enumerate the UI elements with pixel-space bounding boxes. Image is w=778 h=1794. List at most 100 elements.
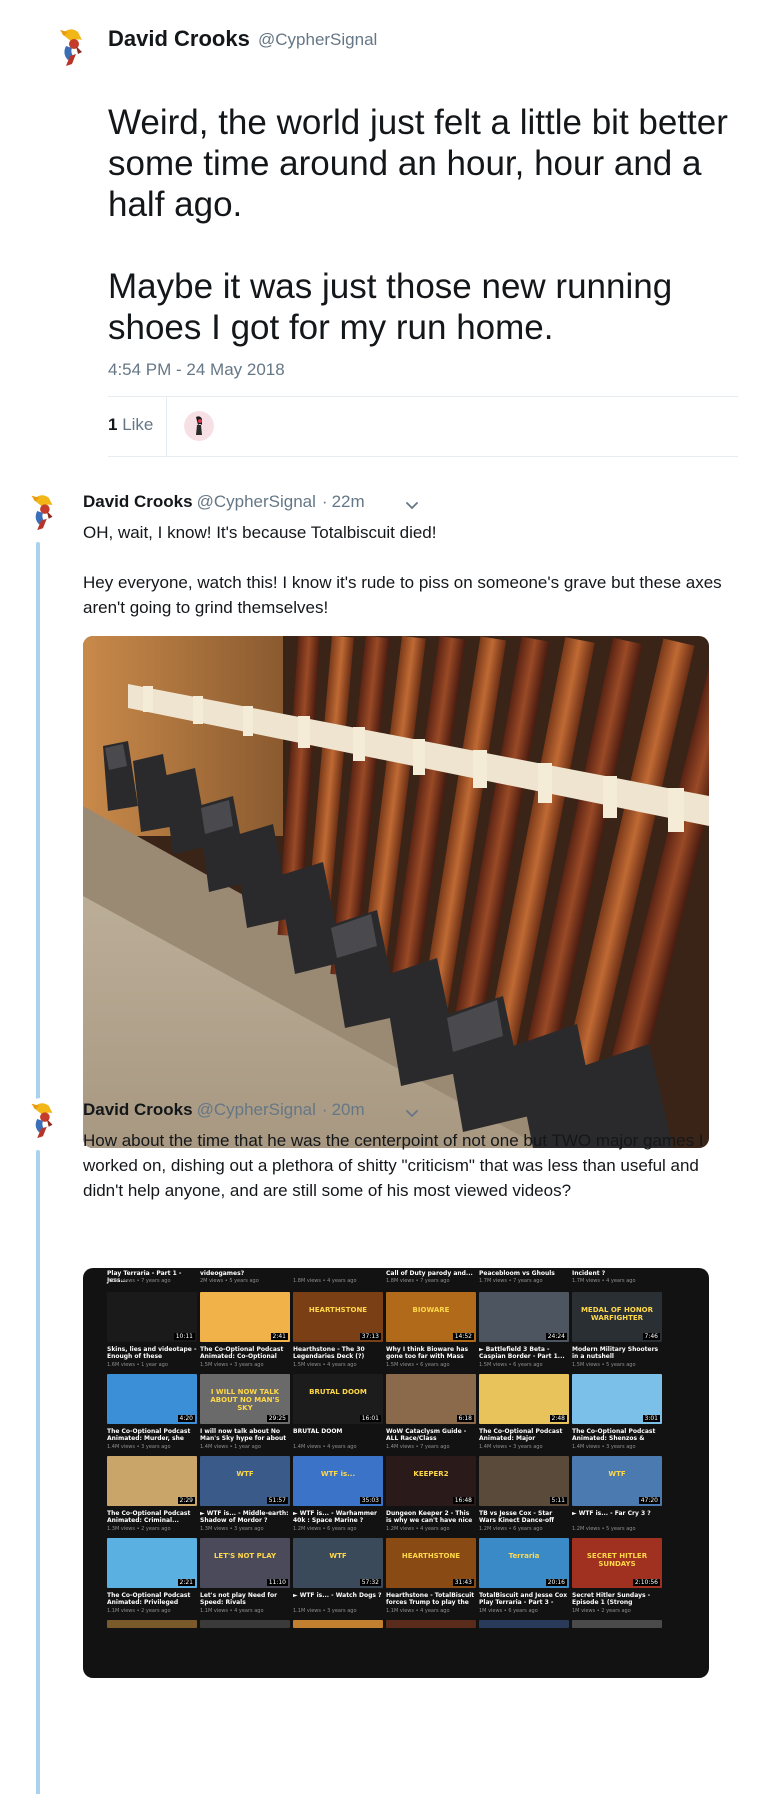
thumbnail-overlay-text: HEARTHSTONE xyxy=(401,1552,461,1560)
video-title[interactable]: Incident ? xyxy=(572,1270,662,1277)
video-title[interactable]: The Co-Optional Podcast Animated: Co-Opt… xyxy=(200,1346,290,1360)
video-title[interactable]: The Co-Optional Podcast Animated: Major … xyxy=(479,1428,569,1442)
video-duration: 2:48 xyxy=(549,1415,567,1422)
video-title[interactable]: TB vs Jesse Cox - Star Wars Kinect Dance… xyxy=(479,1510,569,1524)
video-duration: 10:11 xyxy=(173,1333,195,1340)
thumbnail-overlay-text: WTF is... xyxy=(320,1470,356,1478)
reply-header: David Crooks @CypherSignal · 20m xyxy=(83,1100,365,1120)
video-title[interactable]: BRUTAL DOOM xyxy=(293,1428,383,1442)
video-thumbnail[interactable]: BRUTAL DOOM 16:01 xyxy=(293,1374,383,1424)
author-handle[interactable]: @CypherSignal xyxy=(197,492,316,511)
video-thumbnail[interactable]: WTF 57:32 xyxy=(293,1538,383,1588)
video-meta: 1.2M views • 4 years ago xyxy=(386,1526,450,1532)
video-thumbnail[interactable]: HEARTHSTONE 37:13 xyxy=(293,1292,383,1342)
video-meta: 1.5M views • 6 years ago xyxy=(479,1362,543,1368)
tweet-photo[interactable] xyxy=(83,636,709,1148)
video-duration: 2:10:56 xyxy=(632,1579,660,1586)
video-thumbnail[interactable]: WTF 47:20 xyxy=(572,1456,662,1506)
video-title[interactable]: WoW Cataclysm Guide - ALL Race/Class com… xyxy=(386,1428,476,1442)
video-title[interactable]: Peacebloom vs Ghouls xyxy=(479,1270,569,1277)
video-thumbnail[interactable]: WTF is... 35:03 xyxy=(293,1456,383,1506)
video-duration: 29:25 xyxy=(266,1415,288,1422)
video-thumbnail[interactable] xyxy=(386,1620,476,1628)
video-meta: 2M views • 5 years ago xyxy=(200,1278,259,1284)
video-thumbnail[interactable]: 6:18 xyxy=(386,1374,476,1424)
video-title[interactable]: Call of Duty parody and... xyxy=(386,1270,476,1277)
video-thumbnail[interactable] xyxy=(479,1620,569,1628)
video-thumbnail[interactable]: WTF 51:57 xyxy=(200,1456,290,1506)
video-thumbnail[interactable]: 2:41 xyxy=(200,1292,290,1342)
video-thumbnail[interactable]: BIOWARE 14:52 xyxy=(386,1292,476,1342)
video-thumbnail[interactable]: 2:21 xyxy=(107,1538,197,1588)
video-thumbnail[interactable]: 2:48 xyxy=(479,1374,569,1424)
tweet-time[interactable]: 22m xyxy=(332,492,365,511)
video-title[interactable]: The Co-Optional Podcast Animated: Privil… xyxy=(107,1592,197,1606)
video-title[interactable]: ► WTF is... - Far Cry 3 ? xyxy=(572,1510,662,1524)
thumbnail-overlay-text: SECRET HITLER SUNDAYS xyxy=(586,1552,648,1568)
video-title[interactable]: Why I think Bioware has gone too far wit… xyxy=(386,1346,476,1360)
tweet-time[interactable]: 20m xyxy=(332,1100,365,1119)
video-thumbnail[interactable] xyxy=(572,1620,662,1628)
video-duration: 20:16 xyxy=(545,1579,567,1586)
chevron-down-icon[interactable] xyxy=(404,1106,420,1122)
video-title[interactable]: ► WTF is... - Watch Dogs ? xyxy=(293,1592,383,1606)
video-title[interactable]: Hearthstone - TotalBiscuit forces Trump … xyxy=(386,1592,476,1606)
video-thumbnail[interactable]: HEARTHSTONE 31:43 xyxy=(386,1538,476,1588)
video-title[interactable]: Dungeon Keeper 2 - This is why we can't … xyxy=(386,1510,476,1524)
video-thumbnail[interactable]: 5:11 xyxy=(479,1456,569,1506)
liker-avatar[interactable] xyxy=(184,411,214,441)
video-title[interactable]: Secret Hitler Sundays - Episode 1 (Stron… xyxy=(572,1592,662,1606)
video-thumbnail[interactable]: 10:11 xyxy=(107,1292,197,1342)
video-title[interactable]: I will now talk about No Man's Sky hype … xyxy=(200,1428,290,1442)
author-name[interactable]: David Crooks xyxy=(83,492,193,511)
video-thumbnail[interactable]: Terraria 20:16 xyxy=(479,1538,569,1588)
video-thumbnail[interactable]: SECRET HITLER SUNDAYS 2:10:56 xyxy=(572,1538,662,1588)
video-duration: 37:13 xyxy=(359,1333,381,1340)
video-thumbnail[interactable]: 4:20 xyxy=(107,1374,197,1424)
author-avatar[interactable] xyxy=(20,490,64,534)
video-thumbnail[interactable]: 2:29 xyxy=(107,1456,197,1506)
video-title[interactable]: TotalBiscuit and Jesse Cox Play Terraria… xyxy=(479,1592,569,1606)
video-title[interactable]: Skins, lies and videotape - Enough of th… xyxy=(107,1346,197,1360)
video-thumbnail[interactable] xyxy=(293,1620,383,1628)
likes-number: 1 xyxy=(108,415,118,434)
video-meta: 1.1M views • 4 years ago xyxy=(200,1608,264,1614)
video-title[interactable]: Hearthstone - The 30 Legendaries Deck (?… xyxy=(293,1346,383,1360)
video-duration: 3:01 xyxy=(642,1415,660,1422)
video-title[interactable]: The Co-Optional Podcast Animated: Shenzo… xyxy=(572,1428,662,1442)
video-title[interactable]: Let's not play Need for Speed: Rivals xyxy=(200,1592,290,1606)
video-thumbnail[interactable] xyxy=(200,1620,290,1628)
video-title[interactable]: ► WTF is... - Warhammer 40k : Space Mari… xyxy=(293,1510,383,1524)
video-title[interactable]: Modern Military Shooters in a nutshell xyxy=(572,1346,662,1360)
video-title[interactable]: videogames? xyxy=(200,1270,290,1277)
author-handle[interactable]: @CypherSignal xyxy=(197,1100,316,1119)
tweet-photo-video-grid[interactable]: Play Terraria - Part 1 - Jess... 2.8M vie… xyxy=(83,1268,709,1678)
likes-count[interactable]: 1 Like xyxy=(108,415,153,435)
video-thumbnail[interactable]: 24:24 xyxy=(479,1292,569,1342)
video-duration: 2:41 xyxy=(270,1333,288,1340)
video-thumbnail[interactable]: I WILL NOW TALK ABOUT NO MAN'S SKY 29:25 xyxy=(200,1374,290,1424)
video-title[interactable]: ► WTF is... - Middle-earth: Shadow of Mo… xyxy=(200,1510,290,1524)
author-handle[interactable]: @CypherSignal xyxy=(258,30,377,50)
video-thumbnail[interactable] xyxy=(107,1620,197,1628)
video-thumbnail[interactable]: KEEPER2 16:48 xyxy=(386,1456,476,1506)
thumbnail-overlay-text: KEEPER2 xyxy=(413,1470,449,1478)
author-avatar[interactable] xyxy=(48,24,94,70)
video-thumbnail[interactable]: MEDAL OF HONOR WARFIGHTER 7:46 xyxy=(572,1292,662,1342)
video-duration: 11:10 xyxy=(266,1579,288,1586)
video-meta: 1M views • 2 years ago xyxy=(572,1608,631,1614)
author-name[interactable]: David Crooks xyxy=(83,1100,193,1119)
tweet-timestamp[interactable]: 4:54 PM - 24 May 2018 xyxy=(108,360,285,380)
video-thumbnail[interactable]: LET'S NOT PLAY 11:10 xyxy=(200,1538,290,1588)
reply-header: David Crooks @CypherSignal · 22m xyxy=(83,492,365,512)
avatar-illustration-icon xyxy=(48,24,94,70)
video-title[interactable]: The Co-Optional Podcast Animated: Crimin… xyxy=(107,1510,197,1524)
video-meta: 1.5M views • 5 years ago xyxy=(572,1362,636,1368)
author-name[interactable]: David Crooks xyxy=(108,26,250,52)
video-thumbnail[interactable]: 3:01 xyxy=(572,1374,662,1424)
chevron-down-icon[interactable] xyxy=(404,498,420,514)
video-title[interactable]: ► Battlefield 3 Beta - Caspian Border - … xyxy=(479,1346,569,1360)
author-avatar[interactable] xyxy=(20,1098,64,1142)
separator: · xyxy=(321,1100,328,1119)
video-title[interactable]: The Co-Optional Podcast Animated: Murder… xyxy=(107,1428,197,1442)
